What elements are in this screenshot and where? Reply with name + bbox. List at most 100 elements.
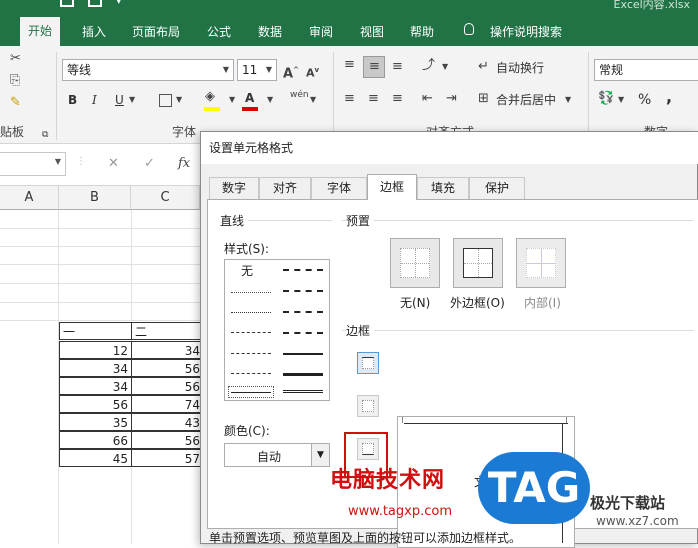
wrap-text-icon[interactable]: ↵ xyxy=(478,58,489,76)
dialog-launcher-icon[interactable]: ⧉ xyxy=(42,126,48,144)
font-color-icon[interactable]: A xyxy=(245,89,254,107)
italic-button[interactable]: I xyxy=(92,91,97,109)
align-right-icon[interactable]: ≡ xyxy=(392,90,403,108)
tab-font[interactable]: 字体 xyxy=(311,177,367,199)
qat-dropdown-icon[interactable]: ▾ xyxy=(116,0,122,7)
comma-button[interactable]: , xyxy=(666,88,672,106)
line-style-option[interactable] xyxy=(283,311,323,313)
tab-fill[interactable]: 填充 xyxy=(417,177,469,199)
tab-home[interactable]: 开始 xyxy=(20,17,61,46)
table-cell[interactable]: 66 xyxy=(59,431,132,449)
tab-protection[interactable]: 保护 xyxy=(469,177,525,199)
tab-view[interactable]: 视图 xyxy=(352,19,392,46)
align-center-icon[interactable]: ≡ xyxy=(368,90,379,108)
chevron-down-icon[interactable]: ▼ xyxy=(229,91,235,109)
line-style-option[interactable] xyxy=(231,312,271,313)
align-bottom-icon[interactable]: ≡ xyxy=(392,58,403,76)
fill-color-icon[interactable]: ◈ xyxy=(205,88,215,106)
decrease-indent-icon[interactable]: ⇤ xyxy=(422,90,433,108)
table-cell[interactable]: 34 xyxy=(59,359,132,377)
table-cell[interactable]: 56 xyxy=(131,359,201,377)
chevron-down-icon[interactable]: ▼ xyxy=(267,91,273,109)
line-style-none[interactable]: 无 xyxy=(241,262,253,279)
line-style-option[interactable] xyxy=(283,269,323,271)
tab-alignment[interactable]: 对齐 xyxy=(259,177,311,199)
column-header-b[interactable]: B xyxy=(59,186,131,210)
increase-font-icon[interactable]: A^ xyxy=(283,61,299,83)
tab-data[interactable]: 数据 xyxy=(250,19,290,46)
table-cell[interactable]: 45 xyxy=(59,449,132,467)
line-style-option[interactable] xyxy=(283,373,323,376)
chevron-down-icon[interactable]: ▼ xyxy=(129,91,135,109)
preset-outline-button[interactable] xyxy=(453,238,503,288)
tab-border[interactable]: 边框 xyxy=(367,174,417,200)
cancel-icon[interactable]: ✕ xyxy=(108,155,119,173)
tab-page-layout[interactable]: 页面布局 xyxy=(124,19,188,46)
orientation-icon[interactable]: ⤴ xyxy=(422,57,435,75)
column-header-a[interactable]: A xyxy=(0,186,59,210)
table-cell[interactable]: 35 xyxy=(59,413,132,431)
tab-tell-me[interactable]: 操作说明搜索 xyxy=(482,19,570,46)
number-format-combo[interactable]: 常规 xyxy=(594,59,698,81)
preset-inside-button[interactable] xyxy=(516,238,566,288)
cut-icon[interactable]: ✂ xyxy=(10,50,21,68)
phonetic-icon[interactable]: wén xyxy=(290,86,309,104)
column-header-c[interactable]: C xyxy=(131,186,200,210)
border-top-button[interactable] xyxy=(357,352,379,374)
print-preview-icon[interactable] xyxy=(88,0,102,7)
chevron-down-icon[interactable]: ▼ xyxy=(176,91,182,109)
table-cell[interactable]: 56 xyxy=(131,377,201,395)
table-cell[interactable]: 34 xyxy=(59,377,132,395)
line-style-option[interactable] xyxy=(231,332,271,333)
currency-icon[interactable]: 💱 xyxy=(598,90,614,108)
line-style-option[interactable] xyxy=(231,353,271,354)
chevron-down-icon[interactable]: ▼ xyxy=(565,91,571,109)
tab-insert[interactable]: 插入 xyxy=(74,19,114,46)
font-name-combo[interactable]: 等线 ▼ xyxy=(62,59,234,81)
decrease-font-icon[interactable]: Av xyxy=(306,61,319,83)
name-box[interactable]: ▼ xyxy=(0,152,66,176)
table-cell[interactable]: 56 xyxy=(131,431,201,449)
line-style-option[interactable] xyxy=(283,390,323,393)
table-cell[interactable]: 57 xyxy=(131,449,201,467)
tab-formulas[interactable]: 公式 xyxy=(199,19,239,46)
chevron-down-icon[interactable]: ▼ xyxy=(618,91,624,109)
chevron-down-icon[interactable]: ▼ xyxy=(311,444,329,466)
chevron-down-icon[interactable]: ▼ xyxy=(55,157,61,166)
borders-icon[interactable] xyxy=(159,94,172,107)
chevron-down-icon[interactable]: ▼ xyxy=(442,58,448,76)
chevron-down-icon[interactable]: ▼ xyxy=(219,60,233,80)
table-cell[interactable]: 74 xyxy=(131,395,201,413)
underline-button[interactable]: U xyxy=(115,91,124,109)
format-painter-icon[interactable]: ✎ xyxy=(10,94,21,112)
merge-icon[interactable]: ⊞ xyxy=(478,90,489,108)
wrap-text-button[interactable]: 自动换行 xyxy=(496,59,544,77)
tab-number[interactable]: 数字 xyxy=(209,177,259,199)
line-style-option[interactable] xyxy=(231,373,271,374)
color-dropdown[interactable]: 自动 ▼ xyxy=(224,443,330,467)
selected-line-style[interactable] xyxy=(228,386,274,398)
preset-none-button[interactable] xyxy=(390,238,440,288)
line-style-option[interactable] xyxy=(231,292,271,293)
chevron-down-icon[interactable]: ▼ xyxy=(262,60,276,80)
table-cell[interactable]: 43 xyxy=(131,413,201,431)
bold-button[interactable]: B xyxy=(68,91,77,109)
line-style-option[interactable] xyxy=(283,332,323,334)
font-size-combo[interactable]: 11 ▼ xyxy=(237,59,277,81)
header-cell-b[interactable]: 一 xyxy=(59,322,132,340)
table-cell[interactable]: 34 xyxy=(131,341,201,359)
tab-review[interactable]: 审阅 xyxy=(301,19,341,46)
line-style-option[interactable] xyxy=(283,353,323,355)
insert-function-button[interactable]: fx xyxy=(178,155,190,173)
enter-icon[interactable]: ✓ xyxy=(144,155,155,173)
tab-help[interactable]: 帮助 xyxy=(402,19,442,46)
increase-indent-icon[interactable]: ⇥ xyxy=(446,90,457,108)
align-top-icon[interactable]: ≡ xyxy=(344,56,355,74)
percent-button[interactable]: % xyxy=(638,91,651,109)
table-cell[interactable]: 12 xyxy=(59,341,132,359)
chevron-down-icon[interactable]: ▼ xyxy=(310,91,316,109)
line-style-option[interactable] xyxy=(283,290,323,292)
line-style-list[interactable]: 无 xyxy=(224,259,330,401)
align-left-icon[interactable]: ≡ xyxy=(344,90,355,108)
save-icon[interactable] xyxy=(60,0,74,7)
